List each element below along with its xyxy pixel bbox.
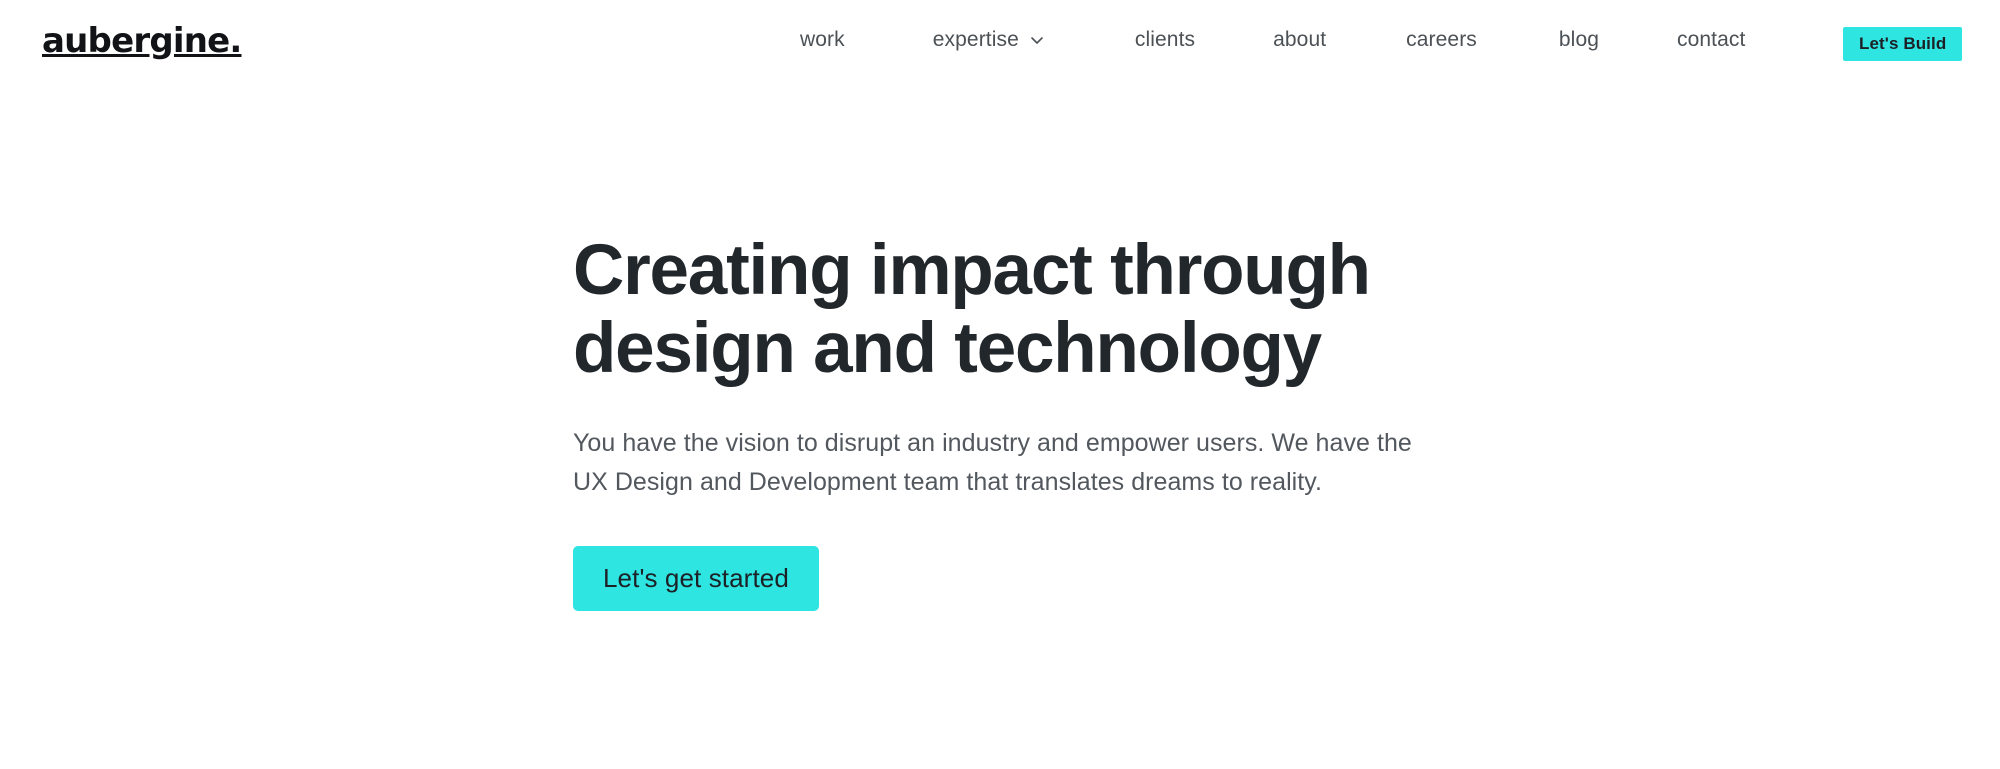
nav-item-about[interactable]: about xyxy=(1273,21,1326,58)
nav-item-clients[interactable]: clients xyxy=(1135,21,1195,58)
hero-subtitle: You have the vision to disrupt an indust… xyxy=(573,429,1412,496)
lets-get-started-button[interactable]: Let's get started xyxy=(573,546,819,611)
nav-item-label: clients xyxy=(1134,27,1196,51)
nav-item-expertise[interactable]: expertise xyxy=(933,21,1045,58)
site-header: aubergine. work expertise clients about … xyxy=(0,0,2000,78)
nav-item-label: work xyxy=(800,27,845,51)
nav-item-contact[interactable]: contact xyxy=(1677,21,1745,58)
nav-item-careers[interactable]: careers xyxy=(1406,21,1477,58)
nav-item-label: careers xyxy=(1406,27,1477,51)
brand-logo[interactable]: aubergine. xyxy=(42,24,242,58)
lets-build-button[interactable]: Let's Build xyxy=(1843,27,1963,61)
nav-item-label: about xyxy=(1273,27,1327,51)
chevron-down-icon xyxy=(1029,32,1045,48)
nav-item-label: blog xyxy=(1558,27,1600,51)
nav-item-label: contact xyxy=(1677,27,1746,51)
nav-item-label: expertise xyxy=(932,27,1019,51)
nav-item-blog[interactable]: blog xyxy=(1559,21,1599,58)
hero-section: Creating impact through design and techn… xyxy=(573,232,1573,611)
page-title: Creating impact through design and techn… xyxy=(573,231,1371,388)
nav-item-work[interactable]: work xyxy=(800,21,845,58)
main-navigation: work expertise clients about careers blo… xyxy=(800,0,1745,78)
